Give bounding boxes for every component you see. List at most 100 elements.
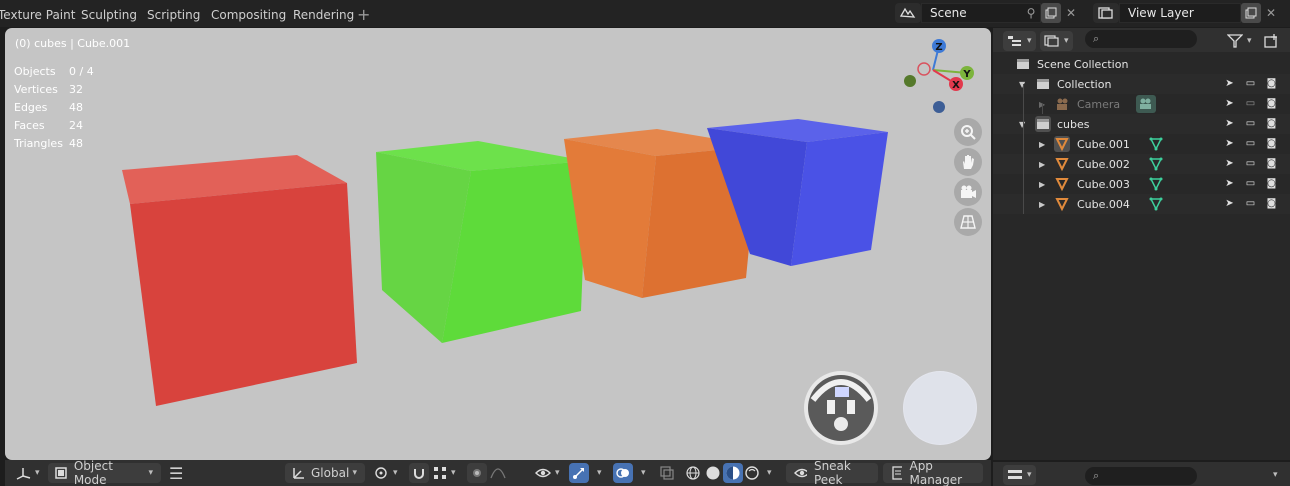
navigation-gizmo[interactable]: Z Y X [904,39,974,113]
render-camera-icon[interactable]: ◙ [1265,177,1278,190]
shading-wireframe-button[interactable] [685,463,701,483]
select-arrow-icon[interactable]: ➤ [1223,157,1236,170]
gizmo-neg-x[interactable] [917,62,931,76]
render-camera-icon[interactable]: ◙ [1265,137,1278,150]
monitor-icon[interactable]: ▭ [1244,177,1257,190]
gizmo-neg-y[interactable] [904,75,916,87]
zoom-button[interactable] [954,118,982,146]
visibility-dropdown[interactable]: ▾ [535,463,560,483]
view-layer-name-field[interactable]: View Layer [1119,3,1241,23]
shading-solid-button[interactable] [705,463,721,483]
mesh-data-icon[interactable] [1148,156,1164,172]
select-arrow-icon[interactable]: ➤ [1223,177,1236,190]
new-view-layer-button[interactable] [1241,3,1261,23]
view-layer-browse-button[interactable] [1093,3,1119,23]
tree-row-cube-002[interactable]: ▶ Cube.002 ➤ ▭ ◙ [993,154,1290,174]
chevron-right-icon[interactable]: ▶ [1039,160,1045,169]
tree-row-camera[interactable]: ▶ Camera ➤ ▭ ◙ [993,94,1290,114]
chevron-right-icon[interactable]: ▶ [1039,180,1045,189]
mode-dropdown[interactable]: Object Mode ▾ [48,459,161,486]
outliner-search-input[interactable]: ⌕ [1085,30,1197,48]
collection-icon-highlight [1035,116,1051,132]
sneak-peek-button[interactable]: Sneak Peek [786,459,878,486]
tree-item-label: Collection [1057,77,1112,91]
overlays-dropdown[interactable]: ▾ [637,463,646,483]
proportional-editing-toggle[interactable] [467,463,487,483]
select-arrow-icon[interactable]: ➤ [1223,117,1236,130]
camera-data-icon[interactable] [1136,95,1156,113]
stat-row: Vertices 32 [14,83,94,101]
lighting-preview-sphere[interactable] [804,371,878,445]
gizmo-toggle[interactable] [569,463,589,483]
shading-material-button[interactable] [723,463,743,483]
render-camera-icon[interactable]: ◙ [1265,77,1278,90]
new-collection-button[interactable] [1263,31,1279,51]
monitor-icon[interactable]: ▭ [1244,197,1257,210]
properties-search-input[interactable]: ⌕ [1085,467,1197,485]
scene-browse-button[interactable] [895,3,921,23]
select-arrow-icon[interactable]: ➤ [1223,137,1236,150]
tree-row-cubes[interactable]: ▼ cubes ➤ ▭ ◙ [993,114,1290,134]
chevron-right-icon[interactable]: ▶ [1039,140,1045,149]
tree-row-cube-001[interactable]: ▶ Cube.001 ➤ ▭ ◙ [993,134,1290,154]
monitor-icon[interactable]: ▭ [1244,137,1257,150]
xray-toggle[interactable] [660,463,674,483]
tree-row-collection[interactable]: ▼ Collection ➤ ▭ ◙ [993,74,1290,94]
tree-row-cube-004[interactable]: ▶ Cube.004 ➤ ▭ ◙ [993,194,1290,214]
render-camera-icon[interactable]: ◙ [1265,117,1278,130]
new-scene-button[interactable] [1041,3,1061,23]
menu-button[interactable]: ☰ [169,463,183,483]
chevron-right-icon[interactable]: ▶ [1039,200,1045,209]
tab-compositing[interactable]: Compositing [211,8,286,22]
outliner-editor-type-button[interactable]: ▾ [1003,31,1036,51]
tab-texture-paint[interactable]: Texture Paint [0,8,75,22]
mesh-object-icon [1055,158,1069,172]
overlays-toggle[interactable] [613,463,633,483]
cube-green[interactable] [376,141,587,343]
mesh-data-icon[interactable] [1148,196,1164,212]
gizmo-dropdown[interactable]: ▾ [593,463,602,483]
orientation-dropdown[interactable]: Global ▾ [285,463,365,483]
shading-rendered-button[interactable] [744,463,760,483]
cube-red[interactable] [122,155,357,406]
display-mode-dropdown[interactable]: ▾ [1040,31,1073,51]
snap-toggle[interactable] [409,463,429,483]
properties-options-dropdown[interactable]: ▾ [1269,465,1278,485]
monitor-icon[interactable]: ▭ [1244,157,1257,170]
falloff-dropdown[interactable] [490,463,506,483]
select-arrow-icon[interactable]: ➤ [1223,77,1236,90]
editor-type-button[interactable]: ▾ [15,463,40,483]
camera-view-button[interactable] [954,178,982,206]
mesh-data-icon[interactable] [1148,136,1164,152]
tree-row-cube-003[interactable]: ▶ Cube.003 ➤ ▭ ◙ [993,174,1290,194]
pin-icon[interactable]: ⚲ [1021,3,1041,23]
tab-sculpting[interactable]: Sculpting [81,8,137,22]
tab-rendering[interactable]: Rendering [293,8,354,22]
3d-viewport[interactable]: Z Y X (0) cubes | Cube.001 Objects 0 / 4 … [5,28,991,460]
world-preview-sphere[interactable] [903,371,977,445]
pivot-dropdown[interactable]: ▾ [373,463,398,483]
collection-icon [1037,119,1049,129]
shading-dropdown[interactable]: ▾ [763,463,772,483]
delete-view-layer-button[interactable]: ✕ [1261,3,1281,23]
tree-row-scene-collection[interactable]: Scene Collection [993,54,1290,74]
delete-scene-button[interactable]: ✕ [1061,3,1081,23]
perspective-toggle-button[interactable] [954,208,982,236]
render-camera-icon[interactable]: ◙ [1265,97,1278,110]
snap-target-dropdown[interactable]: ▾ [433,463,456,483]
select-arrow-icon[interactable]: ➤ [1223,197,1236,210]
properties-editor-type-button[interactable]: ▾ [1003,465,1036,485]
render-camera-icon[interactable]: ◙ [1265,197,1278,210]
render-camera-icon[interactable]: ◙ [1265,157,1278,170]
monitor-icon[interactable]: ▭ [1244,117,1257,130]
mesh-data-icon[interactable] [1148,176,1164,192]
gizmo-neg-z[interactable] [933,101,945,113]
monitor-icon[interactable]: ▭ [1244,97,1257,110]
tab-scripting[interactable]: Scripting [147,8,200,22]
pan-button[interactable] [954,148,982,176]
filter-dropdown[interactable]: ▾ [1227,31,1252,51]
monitor-icon[interactable]: ▭ [1244,77,1257,90]
app-manager-button[interactable]: App Manager [883,459,983,486]
select-arrow-icon[interactable]: ➤ [1223,97,1236,110]
add-workspace-button[interactable]: + [357,5,370,24]
